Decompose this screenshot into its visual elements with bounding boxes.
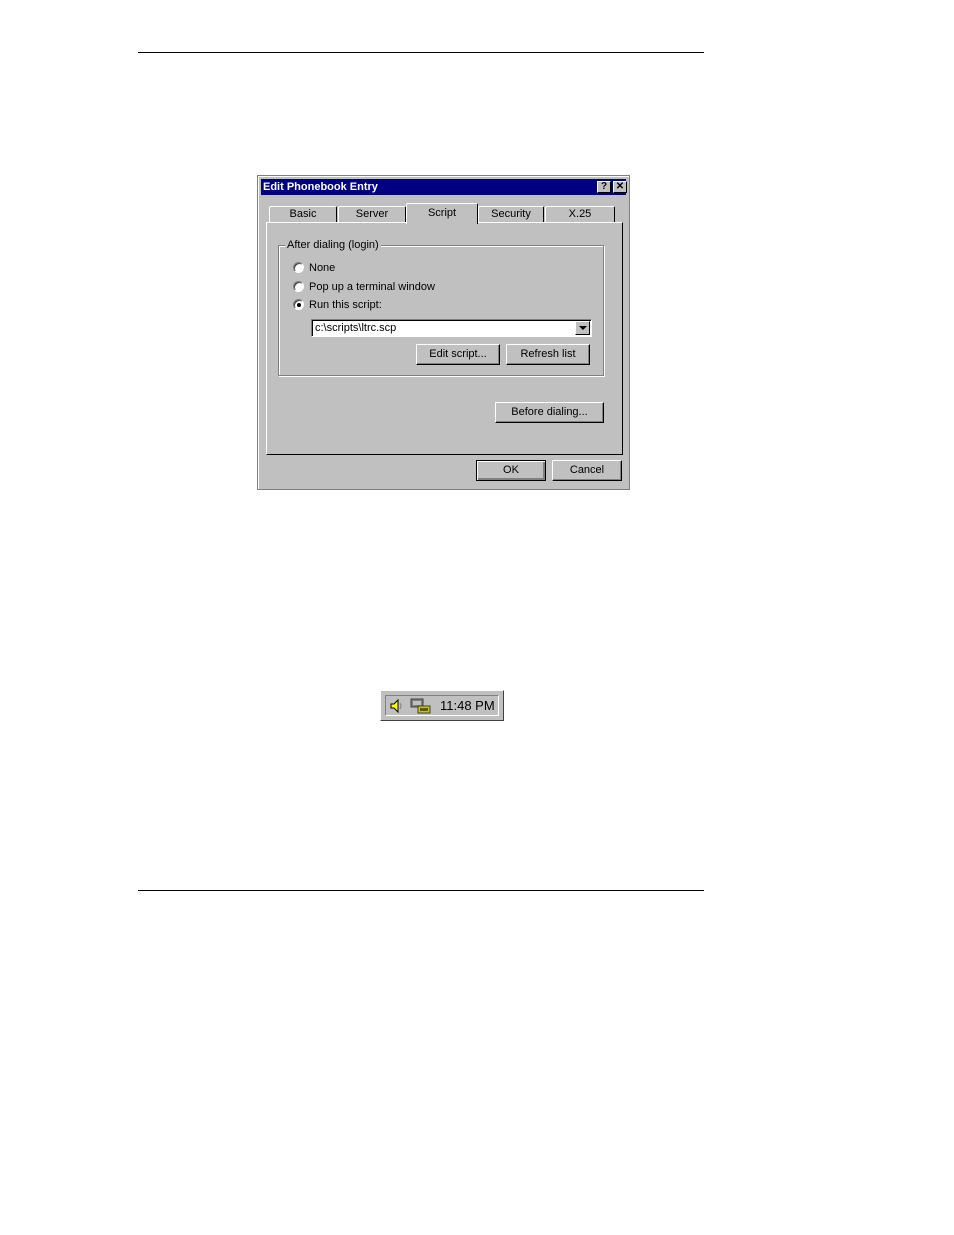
dialog-title: Edit Phonebook Entry: [263, 181, 378, 193]
tab-x25[interactable]: X.25: [545, 206, 615, 223]
speaker-icon[interactable]: [389, 698, 405, 714]
close-icon: ✕: [615, 181, 625, 192]
tray-clock[interactable]: 11:48 PM: [440, 698, 495, 714]
tab-security[interactable]: Security: [478, 206, 544, 223]
title-bar[interactable]: Edit Phonebook Entry ? ✕: [261, 179, 627, 195]
group-title: After dialing (login): [285, 238, 381, 252]
cancel-button[interactable]: Cancel: [552, 460, 622, 481]
script-tab-panel: After dialing (login) None Pop up a term…: [266, 222, 623, 455]
radio-terminal-window[interactable]: [293, 281, 304, 292]
dialup-connection-icon[interactable]: [410, 698, 432, 714]
before-dialing-button[interactable]: Before dialing...: [495, 402, 604, 423]
taskbar-tray: 11:48 PM: [380, 690, 504, 721]
radio-none[interactable]: [293, 262, 304, 273]
tab-server[interactable]: Server: [338, 206, 406, 223]
ok-button[interactable]: OK: [476, 460, 546, 481]
edit-phonebook-entry-dialog: Edit Phonebook Entry ? ✕ Basic Server Sc…: [257, 175, 630, 490]
page-top-rule: [138, 52, 704, 53]
tab-script[interactable]: Script: [406, 203, 478, 224]
option-terminal-window-label: Pop up a terminal window: [309, 281, 435, 293]
after-dialing-group: After dialing (login) None Pop up a term…: [278, 238, 604, 376]
close-button[interactable]: ✕: [613, 181, 627, 193]
option-run-script-label: Run this script:: [309, 299, 382, 311]
tab-basic[interactable]: Basic: [269, 206, 337, 223]
notification-area: 11:48 PM: [385, 695, 499, 716]
edit-script-button[interactable]: Edit script...: [416, 344, 500, 365]
option-none-label: None: [309, 262, 336, 274]
page-bottom-rule: [138, 890, 704, 891]
chevron-down-icon[interactable]: [575, 321, 590, 335]
help-button[interactable]: ?: [597, 181, 611, 193]
script-path-value[interactable]: c:\scripts\ltrc.scp: [315, 321, 396, 335]
script-path-combo[interactable]: c:\scripts\ltrc.scp: [311, 319, 592, 337]
radio-run-script[interactable]: [293, 299, 304, 310]
refresh-list-button[interactable]: Refresh list: [506, 344, 590, 365]
